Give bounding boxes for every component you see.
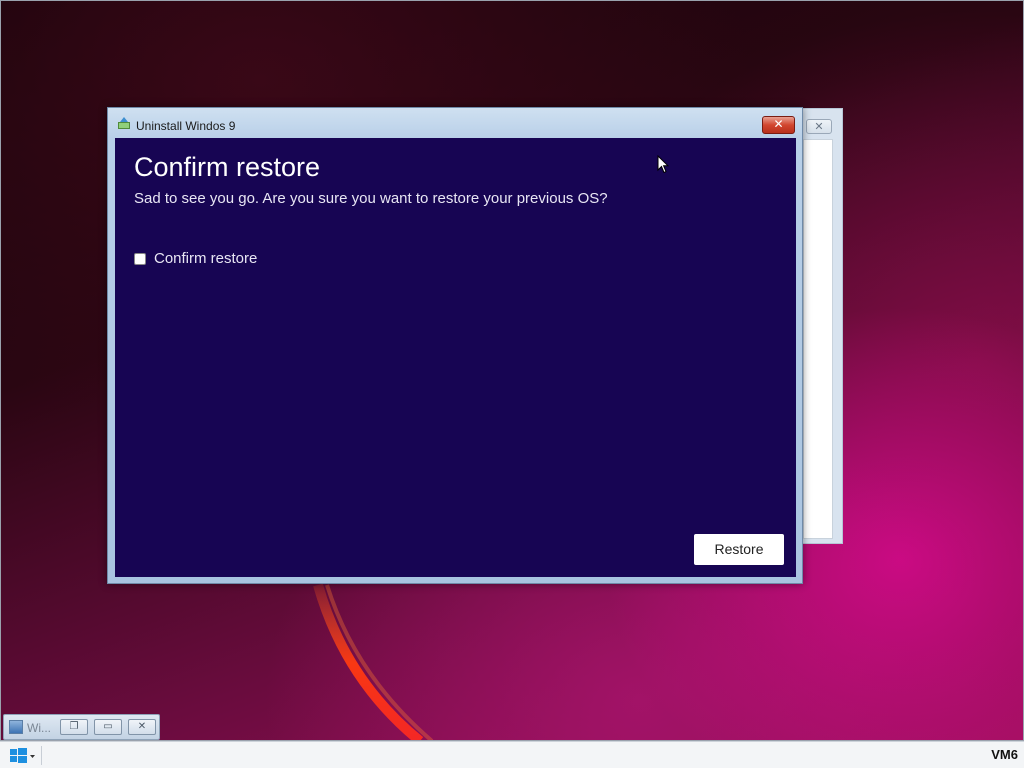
confirm-restore-label[interactable]: Confirm restore — [154, 250, 257, 267]
maximize-icon: ▭ — [103, 721, 113, 732]
tray-label: VM6 — [991, 747, 1018, 762]
confirm-restore-row[interactable]: Confirm restore — [134, 250, 257, 267]
dialog-content: Confirm restore Sad to see you go. Are y… — [115, 138, 796, 577]
background-window-client — [803, 139, 833, 539]
background-window-close-button[interactable]: ✕ — [806, 119, 832, 134]
minimized-close-button[interactable]: ✕ — [128, 719, 156, 735]
taskbar: VM6 — [0, 741, 1024, 768]
restore-button[interactable]: Restore — [694, 534, 784, 565]
app-icon — [118, 117, 130, 129]
start-button[interactable] — [8, 747, 38, 765]
minimized-app-icon — [9, 720, 23, 734]
close-button[interactable]: ✕ — [762, 116, 795, 134]
minimized-maximize-button[interactable]: ▭ — [94, 719, 122, 735]
restore-icon: ❐ — [69, 721, 79, 732]
close-icon: ✕ — [137, 721, 147, 732]
uninstall-dialog: Uninstall Windos 9 ✕ Confirm restore Sad… — [107, 107, 803, 584]
taskbar-separator — [41, 746, 42, 765]
minimized-window-label[interactable]: Wi... — [27, 721, 51, 735]
close-icon: ✕ — [814, 120, 824, 133]
page-title: Confirm restore — [134, 152, 321, 182]
close-icon: ✕ — [773, 117, 784, 131]
windows-logo-icon — [10, 748, 27, 763]
mouse-cursor-icon — [657, 155, 669, 174]
minimized-window[interactable]: Wi... ❐ ▭ ✕ — [3, 714, 160, 740]
window-title: Uninstall Windos 9 — [136, 119, 236, 133]
titlebar[interactable]: Uninstall Windos 9 ✕ — [108, 108, 802, 138]
chevron-down-icon — [30, 755, 35, 758]
minimized-restore-button[interactable]: ❐ — [60, 719, 88, 735]
page-subtitle: Sad to see you go. Are you sure you want… — [134, 190, 608, 207]
confirm-restore-checkbox[interactable] — [134, 252, 146, 265]
